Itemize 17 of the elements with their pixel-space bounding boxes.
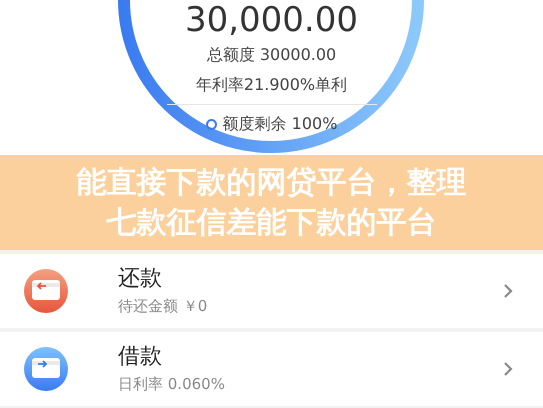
- banner-title: 七款征信差能下款的平台: [106, 204, 436, 242]
- chevron-right-icon: [503, 283, 513, 299]
- credit-amount: 30,000.00: [184, 0, 358, 40]
- row-title: 借款: [118, 343, 163, 371]
- banner-title: 能直接下款的网贷平台，整理: [76, 164, 466, 202]
- row-title: 还款: [118, 265, 163, 293]
- action-row[interactable]: 借款 日利率 0.060%: [0, 332, 543, 406]
- row-subtitle: 待还金额 ￥0: [118, 296, 208, 317]
- total-limit: 总额度 30000.00: [206, 44, 336, 66]
- annual-rate: 年利率21.900%单利: [196, 74, 348, 96]
- chevron-right-icon: [503, 361, 513, 377]
- remaining-limit: 额度剩余 100%: [222, 113, 338, 135]
- row-subtitle: 日利率 0.060%: [118, 374, 226, 395]
- circle-icon: [206, 118, 217, 130]
- card-icon: [24, 347, 68, 391]
- card-icon: [24, 269, 68, 313]
- action-row[interactable]: 还款 待还金额 ￥0: [0, 254, 543, 328]
